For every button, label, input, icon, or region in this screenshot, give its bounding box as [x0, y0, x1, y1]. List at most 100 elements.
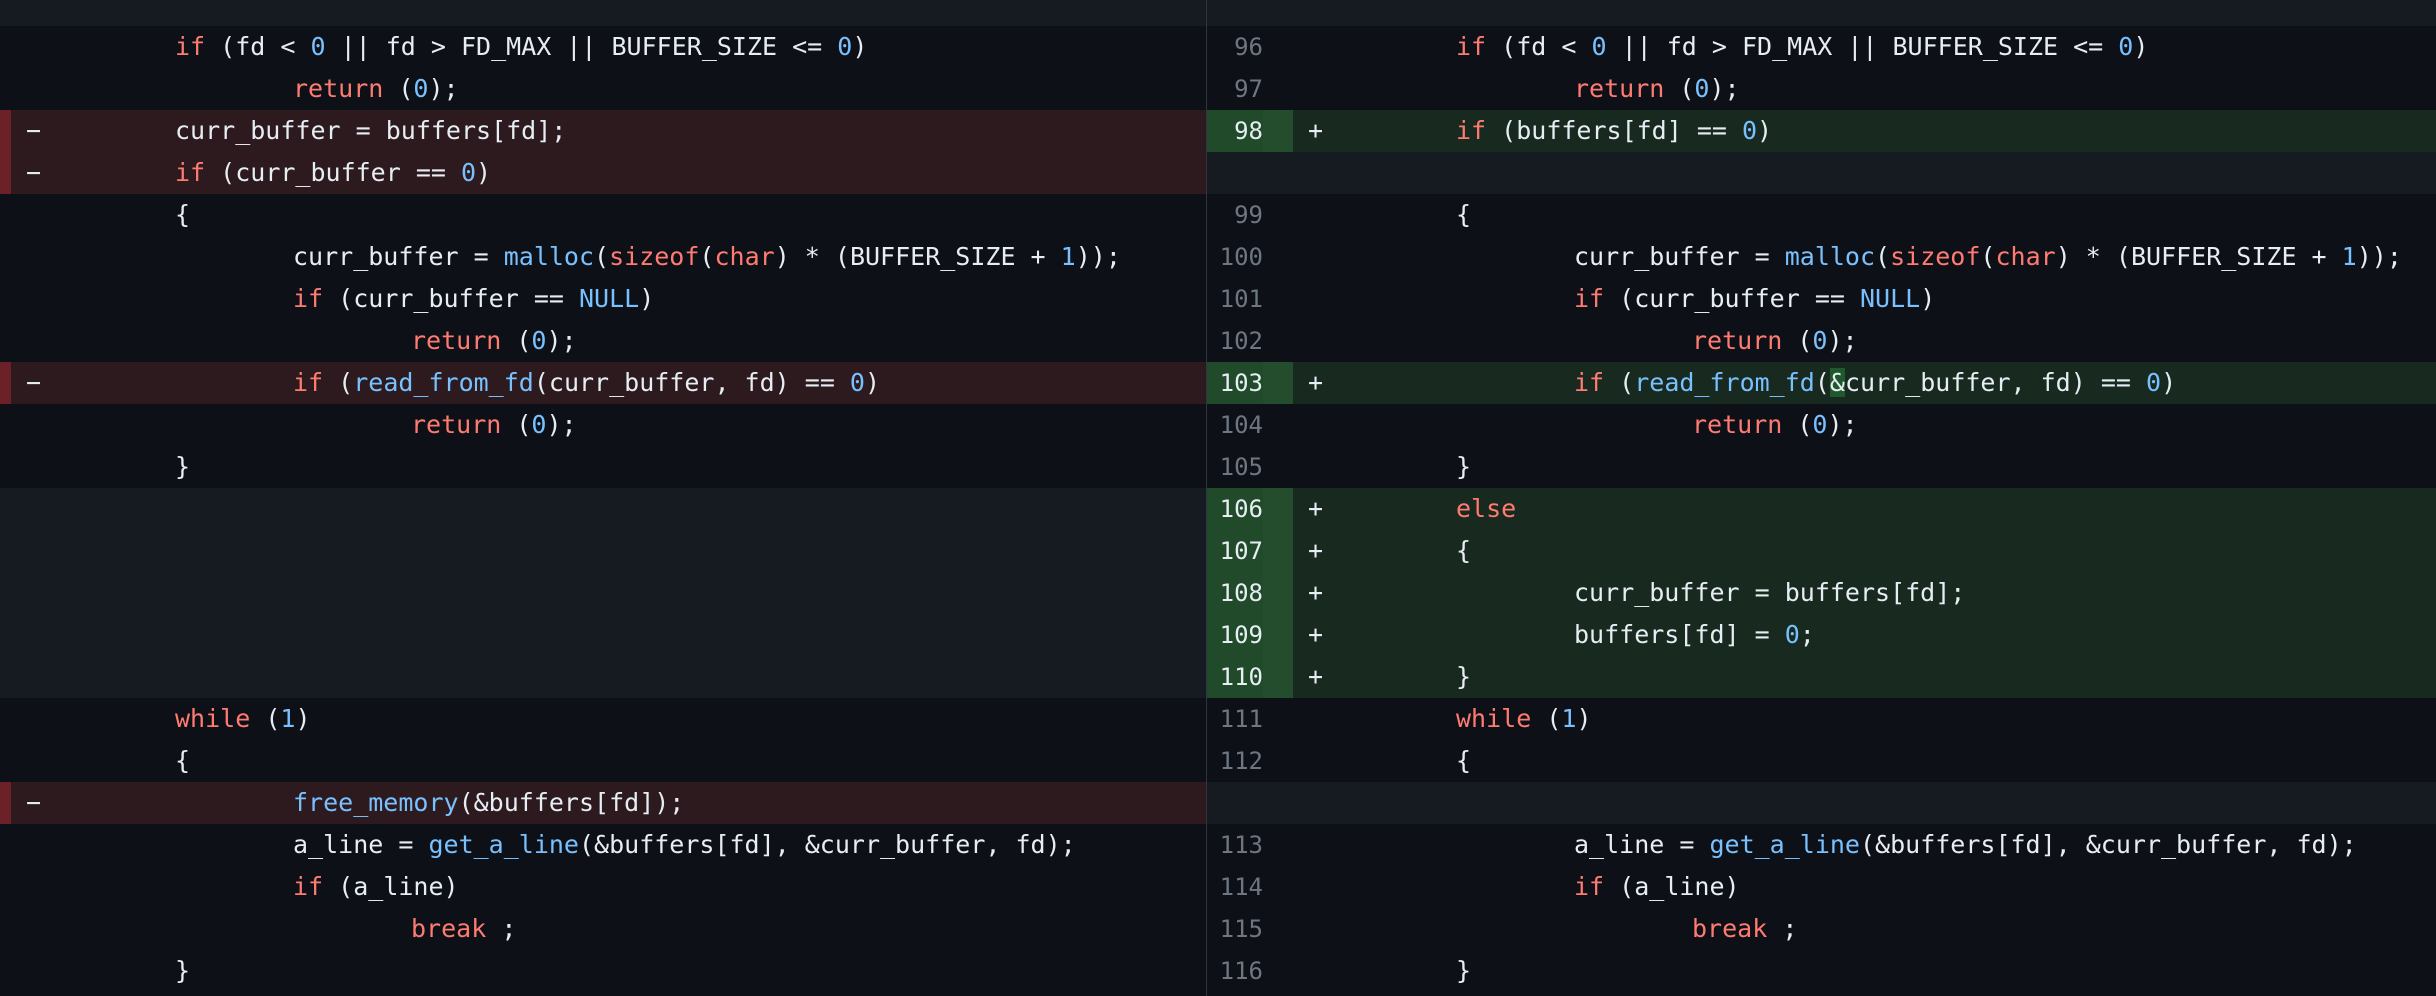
diff-row-context[interactable]: if (curr_buffer == NULL) — [0, 278, 1206, 320]
line-number-gutter[interactable]: 106 — [1207, 488, 1293, 530]
line-number-gutter[interactable]: 98 — [1207, 110, 1293, 152]
diff-row-context[interactable]: 99 { — [1207, 194, 2436, 236]
code-literal: 1 — [1561, 704, 1577, 733]
deleted-line-indicator — [0, 152, 11, 194]
line-number-gutter[interactable]: 103 — [1207, 362, 1293, 404]
line-number-gutter[interactable]: 96 — [1207, 26, 1293, 68]
line-number-gutter[interactable]: 97 — [1207, 68, 1293, 110]
diff-row-context[interactable]: return (0); — [0, 68, 1206, 110]
code-text: )); — [1075, 242, 1121, 271]
diff-row-added[interactable]: 109 + buffers[fd] = 0; — [1207, 614, 2436, 656]
diff-row-added[interactable]: 108 + curr_buffer = buffers[fd]; — [1207, 572, 2436, 614]
diff-row-context[interactable]: return (0); — [0, 404, 1206, 446]
added-marker: + — [1308, 578, 1324, 607]
line-number-gutter[interactable]: 104 — [1207, 404, 1293, 446]
diff-left-pane-old[interactable]: if (fd < 0 || fd > FD_MAX || BUFFER_SIZE… — [0, 0, 1206, 996]
diff-row-context[interactable]: } — [0, 950, 1206, 992]
diff-row-added[interactable]: 106 + else — [1207, 488, 2436, 530]
line-number-gutter[interactable] — [1207, 152, 1293, 194]
code-line: if (curr_buffer == 0) — [175, 152, 491, 194]
code-literal: 0 — [413, 74, 429, 103]
line-number: 100 — [1219, 243, 1263, 271]
diff-row-added[interactable]: 107 + { — [1207, 530, 2436, 572]
diff-row-context[interactable]: 104 return (0); — [1207, 404, 2436, 446]
diff-row-context[interactable]: a_line = get_a_line(&buffers[fd], &curr_… — [0, 824, 1206, 866]
code-line: } — [175, 446, 190, 488]
line-number-gutter[interactable]: 113 — [1207, 824, 1293, 866]
diff-row-context[interactable]: 114 if (a_line) — [1207, 866, 2436, 908]
line-number-gutter[interactable]: 101 — [1207, 278, 1293, 320]
diff-row-deleted[interactable]: − free_memory(&buffers[fd]); — [0, 782, 1206, 824]
code-line: while (1) — [175, 698, 311, 740]
code-keyword: if — [175, 158, 206, 187]
code-text: { — [1456, 746, 1472, 775]
diff-row-context[interactable]: { — [0, 194, 1206, 236]
code-text: ( — [323, 368, 354, 397]
diff-row-context[interactable]: if (a_line) — [0, 866, 1206, 908]
diff-row-context[interactable]: 112 { — [1207, 740, 2436, 782]
diff-row-added[interactable]: 103 + if (read_from_fd(&curr_buffer, fd) =… — [1207, 362, 2436, 404]
code-text: ) — [295, 704, 311, 733]
code-line: } — [175, 950, 190, 992]
line-number-gutter[interactable]: 116 — [1207, 950, 1293, 992]
code-text: } — [175, 956, 191, 985]
code-line: curr_buffer = malloc(sizeof(char) * (BUF… — [293, 236, 1121, 278]
code-text: || fd > FD_MAX || BUFFER_SIZE <= — [1606, 32, 2119, 61]
line-number-gutter[interactable]: 110 — [1207, 656, 1293, 698]
diff-right-pane-new[interactable]: ++++++++++++++++ 96 if (fd < 0 || fd > FD… — [1207, 0, 2436, 996]
line-number-gutter[interactable] — [1207, 782, 1293, 824]
code-line: else — [1456, 488, 1516, 530]
code-literal: 0 — [849, 368, 865, 397]
diff-row-context[interactable]: 105} — [1207, 446, 2436, 488]
diff-row-context[interactable]: 100 curr_buffer = malloc(sizeof(char) * (… — [1207, 236, 2436, 278]
diff-row-added[interactable]: 98 + if (buffers[fd] == 0) — [1207, 110, 2436, 152]
diff-row-context[interactable]: 116} — [1207, 950, 2436, 992]
line-number-gutter[interactable]: 105 — [1207, 446, 1293, 488]
code-line: if (buffers[fd] == 0) — [1456, 110, 1772, 152]
code-keyword: if — [1574, 872, 1605, 901]
line-number-gutter[interactable]: 107 — [1207, 530, 1293, 572]
line-number-gutter[interactable]: 102 — [1207, 320, 1293, 362]
line-number-gutter[interactable]: 112 — [1207, 740, 1293, 782]
line-number-gutter[interactable]: 109 — [1207, 614, 1293, 656]
diff-row-empty — [0, 488, 1206, 530]
hunk-header-left — [0, 0, 1206, 26]
diff-row-context[interactable]: 101 if (curr_buffer == NULL) — [1207, 278, 2436, 320]
code-text: (fd < — [205, 32, 311, 61]
diff-row-deleted[interactable]: − if (read_from_fd(curr_buffer, fd) == 0) — [0, 362, 1206, 404]
diff-row-empty — [1207, 782, 2436, 824]
diff-row-context[interactable]: 102 return (0); — [1207, 320, 2436, 362]
line-number-gutter[interactable]: 100 — [1207, 236, 1293, 278]
line-number-gutter[interactable]: 108 — [1207, 572, 1293, 614]
hunk-header-right: ++++++++++++++++ — [1207, 0, 2436, 26]
diff-row-added[interactable]: 110 +} — [1207, 656, 2436, 698]
diff-row-context[interactable]: if (fd < 0 || fd > FD_MAX || BUFFER_SIZE… — [0, 26, 1206, 68]
diff-row-deleted[interactable]: − curr_buffer = buffers[fd]; — [0, 110, 1206, 152]
code-line: return (0); — [1692, 404, 1858, 446]
diff-row-context[interactable]: return (0); — [0, 320, 1206, 362]
diff-row-context[interactable]: 111 while (1) — [1207, 698, 2436, 740]
code-text: ); — [1827, 326, 1858, 355]
code-text: || fd > FD_MAX || BUFFER_SIZE <= — [325, 32, 838, 61]
diff-row-context[interactable]: { — [0, 740, 1206, 782]
diff-row-context[interactable]: while (1) — [0, 698, 1206, 740]
diff-row-context[interactable]: curr_buffer = malloc(sizeof(char) * (BUF… — [0, 236, 1206, 278]
diff-row-context[interactable]: break ; — [0, 908, 1206, 950]
code-keyword: if — [293, 284, 324, 313]
diff-row-context[interactable]: 113 a_line = get_a_line(&buffers[fd], &cu… — [1207, 824, 2436, 866]
diff-row-context[interactable]: } — [0, 446, 1206, 488]
line-number-gutter[interactable]: 99 — [1207, 194, 1293, 236]
code-text: ( — [1531, 704, 1562, 733]
line-number: 105 — [1219, 453, 1263, 481]
line-number-gutter[interactable]: 115 — [1207, 908, 1293, 950]
diff-row-context[interactable]: 96 if (fd < 0 || fd > FD_MAX || BUFFER_SI… — [1207, 26, 2436, 68]
code-line: free_memory(&buffers[fd]); — [293, 782, 684, 824]
code-text: ) — [2133, 32, 2149, 61]
line-number-gutter[interactable]: 111 — [1207, 698, 1293, 740]
code-line: return (0); — [1574, 68, 1740, 110]
diff-row-deleted[interactable]: − if (curr_buffer == 0) — [0, 152, 1206, 194]
code-text: ; — [1799, 620, 1815, 649]
diff-row-context[interactable]: 115 break ; — [1207, 908, 2436, 950]
line-number-gutter[interactable]: 114 — [1207, 866, 1293, 908]
diff-row-context[interactable]: 97 return (0); — [1207, 68, 2436, 110]
